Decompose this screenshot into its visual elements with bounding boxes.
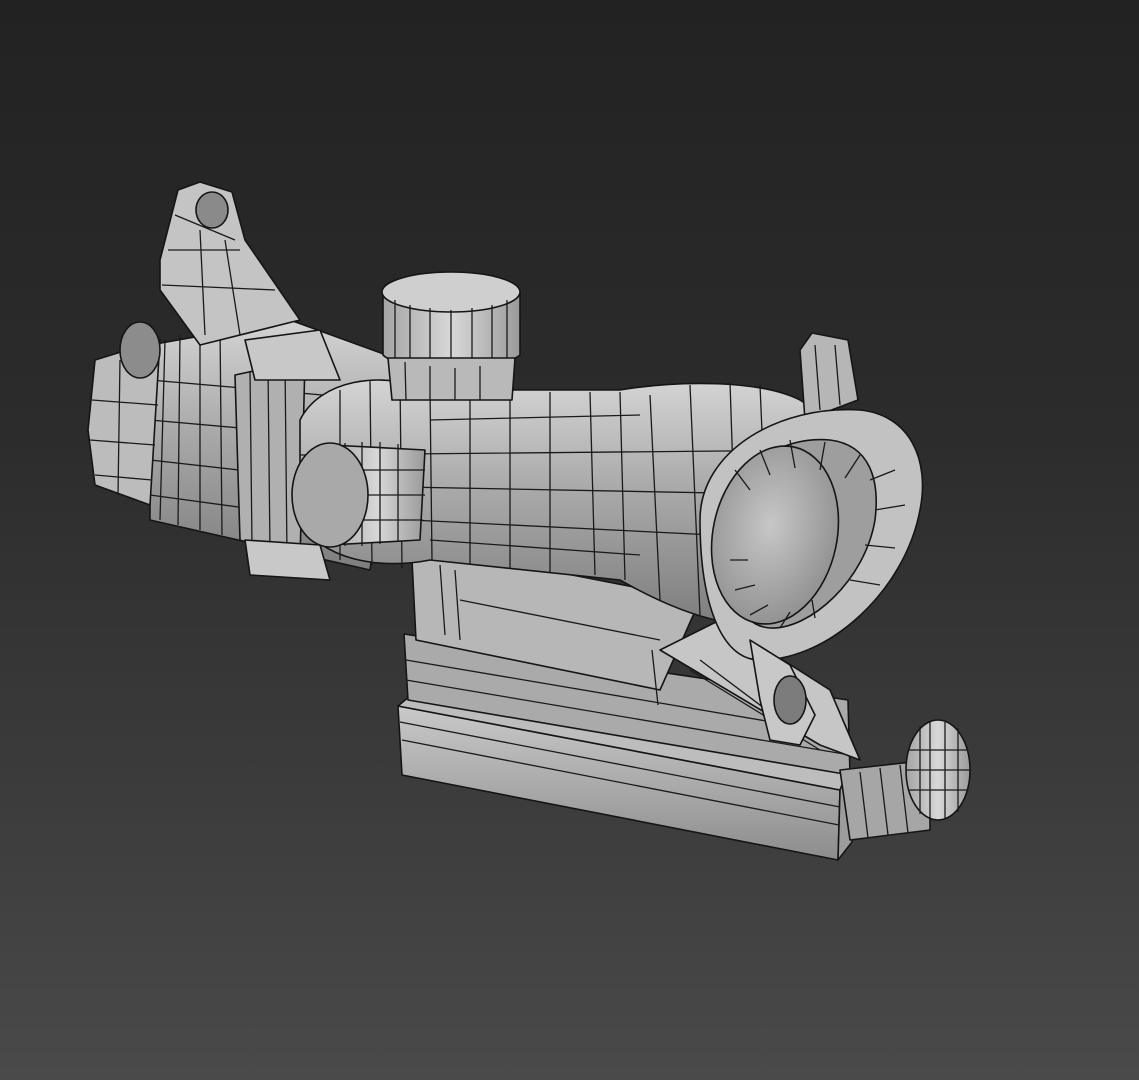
front-flange — [87, 321, 161, 506]
throw-lever-knob — [839, 719, 971, 841]
top-turret — [381, 271, 521, 401]
3d-viewport[interactable] — [0, 0, 1139, 1080]
scope-model-icon — [87, 181, 971, 861]
front-ear — [159, 181, 301, 346]
rear-sight-blade — [799, 332, 859, 421]
side-turret — [291, 442, 426, 548]
